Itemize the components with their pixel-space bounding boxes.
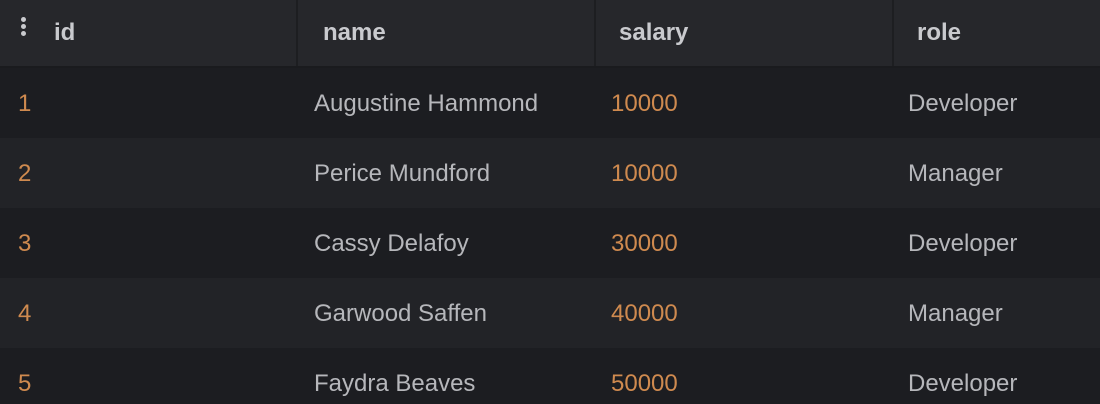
cell-value: 10000	[611, 90, 678, 117]
data-grid: id name salary role 1 Augustine Hammond …	[0, 0, 1100, 404]
column-header-label: role	[917, 19, 962, 46]
cell-value: 3	[18, 230, 32, 257]
cell-role[interactable]: Developer	[894, 208, 1100, 278]
cell-role[interactable]: Developer	[894, 348, 1100, 404]
cell-name[interactable]: Cassy Delafoy	[298, 208, 596, 278]
cell-role[interactable]: Manager	[894, 138, 1100, 208]
table-row[interactable]: 1 Augustine Hammond 10000 Developer	[0, 68, 1100, 138]
cell-value: 40000	[611, 300, 678, 327]
table-row[interactable]: 2 Perice Mundford 10000 Manager	[0, 138, 1100, 208]
cell-id[interactable]: 2	[0, 138, 298, 208]
cell-role[interactable]: Developer	[894, 68, 1100, 138]
table-row[interactable]: 4 Garwood Saffen 40000 Manager	[0, 278, 1100, 348]
cell-value: Manager	[908, 160, 1003, 187]
cell-id[interactable]: 5	[0, 348, 298, 404]
cell-salary[interactable]: 40000	[596, 278, 894, 348]
cell-id[interactable]: 4	[0, 278, 298, 348]
cell-id[interactable]: 1	[0, 68, 298, 138]
cell-value: Faydra Beaves	[314, 370, 476, 397]
column-header-label: name	[323, 19, 386, 46]
table-row[interactable]: 3 Cassy Delafoy 30000 Developer	[0, 208, 1100, 278]
column-header-name[interactable]: name	[298, 0, 596, 66]
cell-name[interactable]: Garwood Saffen	[298, 278, 596, 348]
cell-value: Developer	[908, 370, 1018, 397]
cell-name[interactable]: Perice Mundford	[298, 138, 596, 208]
cell-value: Developer	[908, 230, 1018, 257]
cell-salary[interactable]: 10000	[596, 68, 894, 138]
column-menu-icon[interactable]	[20, 17, 28, 37]
cell-value: 50000	[611, 370, 678, 397]
column-header-label: salary	[619, 19, 689, 46]
cell-name[interactable]: Augustine Hammond	[298, 68, 596, 138]
cell-value: Developer	[908, 90, 1018, 117]
cell-id[interactable]: 3	[0, 208, 298, 278]
cell-salary[interactable]: 50000	[596, 348, 894, 404]
cell-value: 1	[18, 90, 32, 117]
cell-salary[interactable]: 10000	[596, 138, 894, 208]
cell-value: 10000	[611, 160, 678, 187]
cell-value: 4	[18, 300, 32, 327]
cell-salary[interactable]: 30000	[596, 208, 894, 278]
column-header-salary[interactable]: salary	[596, 0, 894, 66]
cell-value: Perice Mundford	[314, 160, 491, 187]
table-body: 1 Augustine Hammond 10000 Developer 2 Pe…	[0, 68, 1100, 404]
cell-value: Manager	[908, 300, 1003, 327]
column-header-id[interactable]: id	[0, 0, 298, 66]
cell-name[interactable]: Faydra Beaves	[298, 348, 596, 404]
cell-value: Cassy Delafoy	[314, 230, 469, 257]
cell-role[interactable]: Manager	[894, 278, 1100, 348]
column-header-label: id	[54, 19, 76, 46]
cell-value: 2	[18, 160, 32, 187]
cell-value: 5	[18, 370, 32, 397]
cell-value: Augustine Hammond	[314, 90, 539, 117]
column-header-role[interactable]: role	[894, 0, 1100, 66]
table-row[interactable]: 5 Faydra Beaves 50000 Developer	[0, 348, 1100, 404]
cell-value: Garwood Saffen	[314, 300, 488, 327]
table-header: id name salary role	[0, 0, 1100, 68]
cell-value: 30000	[611, 230, 678, 257]
